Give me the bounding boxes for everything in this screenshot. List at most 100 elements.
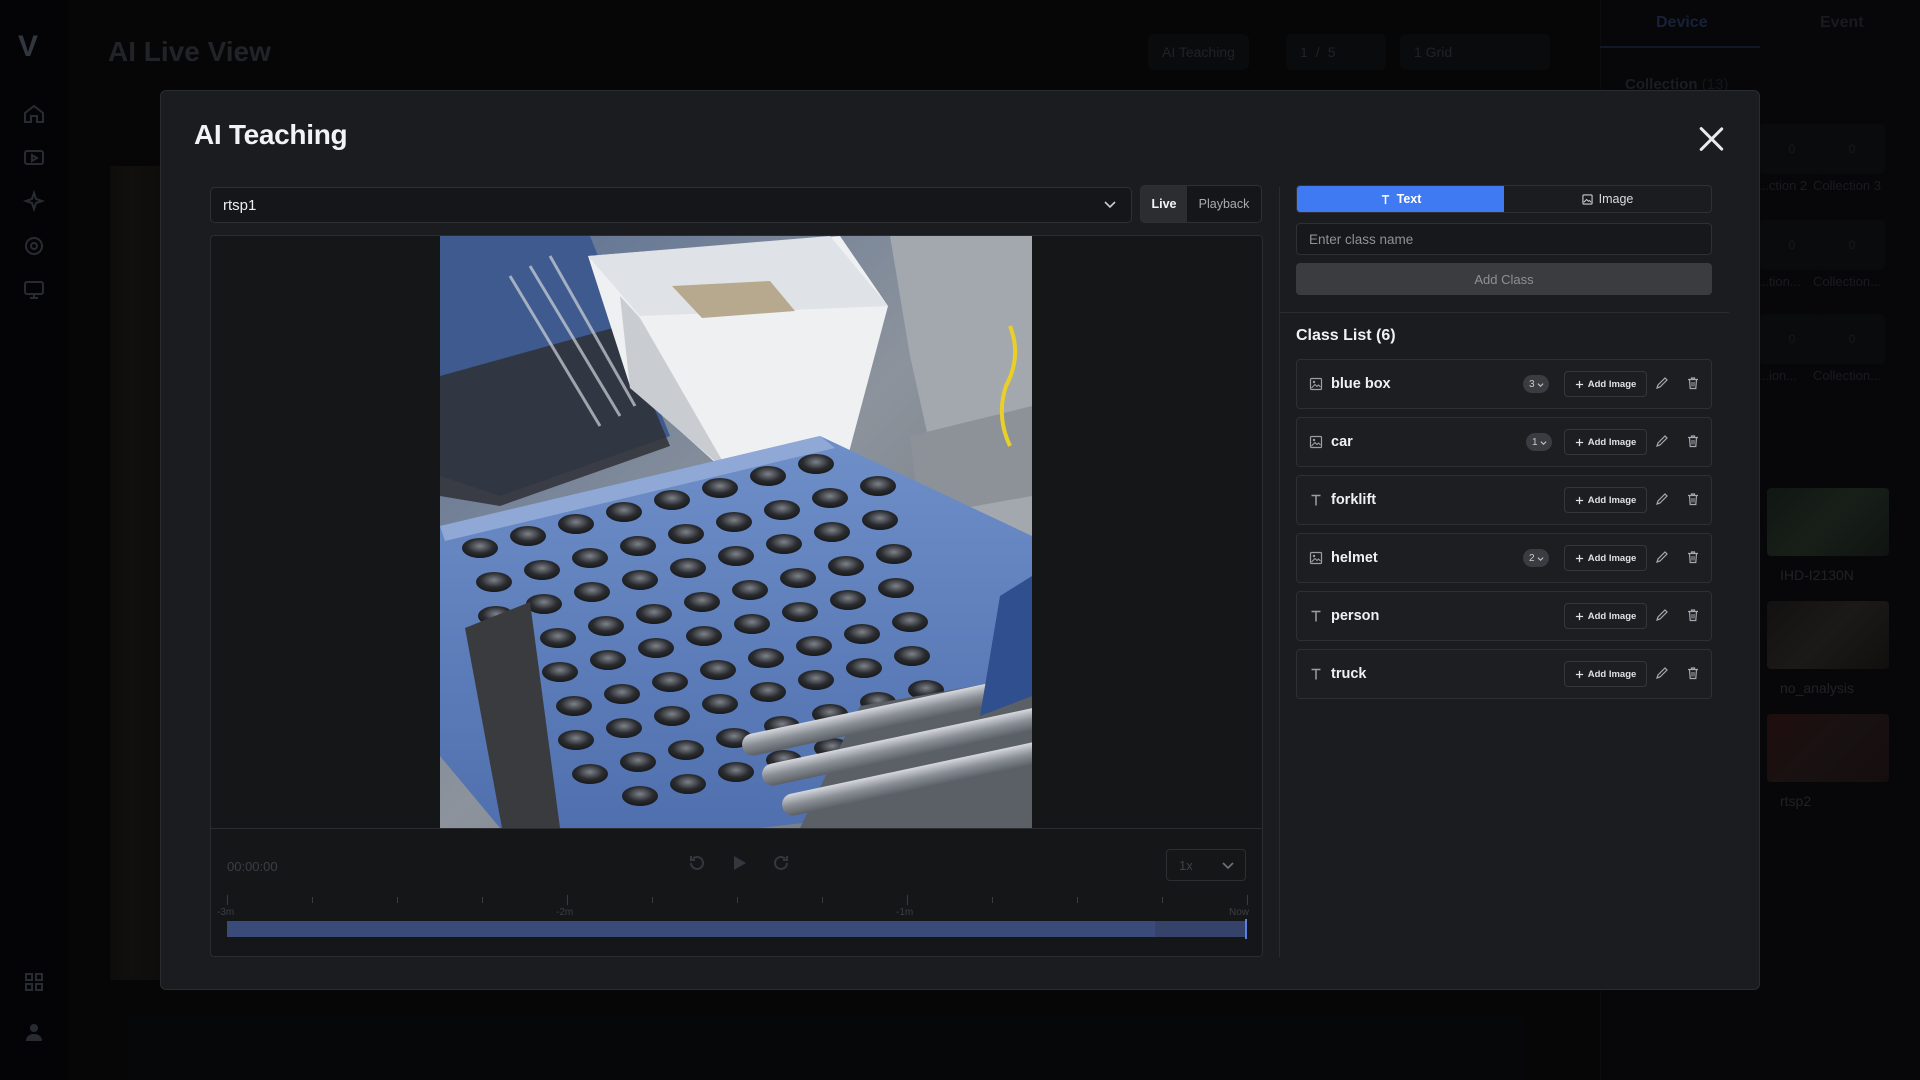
close-icon[interactable] (1697, 125, 1725, 153)
add-image-button[interactable]: Add Image (1564, 603, 1647, 629)
timeline-tick (1247, 895, 1248, 905)
tray-hole (526, 594, 562, 614)
delete-icon[interactable] (1686, 666, 1700, 680)
delete-icon[interactable] (1686, 608, 1700, 622)
edit-icon[interactable] (1655, 666, 1669, 680)
delete-icon[interactable] (1686, 550, 1700, 564)
tray-hole (636, 604, 672, 624)
source-select-value: rtsp1 (223, 196, 257, 214)
tray-hole (620, 536, 656, 556)
tray-hole (892, 612, 928, 632)
video-player: 00:00:00 1x -3m -2m -1m Now (210, 235, 1263, 957)
add-image-button[interactable]: Add Image (1564, 371, 1647, 397)
class-row[interactable]: helmet 2 Add Image (1296, 533, 1712, 583)
edit-icon[interactable] (1655, 492, 1669, 506)
ai-teaching-modal: AI Teaching rtsp1 Live Playback 00:00:00… (160, 90, 1760, 990)
live-mode-button[interactable]: Live (1141, 186, 1187, 222)
text-icon (1381, 194, 1389, 204)
plus-icon (1575, 496, 1584, 505)
tray-hole (572, 548, 608, 568)
add-image-button[interactable]: Add Image (1564, 545, 1647, 571)
add-image-label: Add Image (1587, 668, 1637, 680)
timeline-track[interactable] (227, 919, 1247, 939)
tray-hole (606, 502, 642, 522)
edit-icon[interactable] (1655, 550, 1669, 564)
add-image-button[interactable]: Add Image (1564, 661, 1647, 687)
add-image-label: Add Image (1587, 436, 1637, 448)
class-name: car (1331, 434, 1353, 450)
image-icon (1309, 435, 1323, 449)
class-name: forklift (1331, 492, 1377, 508)
image-count-dropdown[interactable]: 2 (1523, 549, 1549, 567)
plus-icon (1575, 438, 1584, 447)
class-name-input[interactable] (1296, 223, 1712, 255)
tray-hole (540, 628, 576, 648)
tray-hole (702, 694, 738, 714)
class-name: truck (1331, 666, 1367, 682)
edit-icon[interactable] (1655, 434, 1669, 448)
text-icon (1309, 609, 1323, 623)
mode-toggle: Live Playback (1140, 185, 1262, 223)
add-image-label: Add Image (1587, 494, 1637, 506)
delete-icon[interactable] (1686, 376, 1700, 390)
speed-select[interactable]: 1x (1166, 849, 1246, 881)
tray-hole (462, 538, 498, 558)
timeline-playhead[interactable] (1245, 919, 1247, 939)
conveyor-scene-image (440, 236, 1032, 828)
playback-mode-button[interactable]: Playback (1187, 186, 1261, 222)
tab-image[interactable]: Image (1504, 186, 1711, 212)
tray-hole (670, 774, 706, 794)
tray-hole (510, 526, 546, 546)
image-count-dropdown[interactable]: 3 (1523, 375, 1549, 393)
edit-icon[interactable] (1655, 608, 1669, 622)
timeline-label: Now (1229, 907, 1250, 918)
rewind-icon[interactable] (687, 853, 707, 873)
tray-hole (622, 786, 658, 806)
class-row[interactable]: forklift Add Image (1296, 475, 1712, 525)
panel-divider (1279, 187, 1280, 957)
timeline-tick (1162, 897, 1163, 903)
tray-hole (638, 638, 674, 658)
tray-hole (844, 624, 880, 644)
tray-hole (558, 730, 594, 750)
tray-hole (764, 500, 800, 520)
class-name: person (1331, 608, 1380, 624)
tray-hole (702, 478, 738, 498)
timeline-tick (567, 895, 568, 905)
tray-hole (830, 590, 866, 610)
tray-hole (750, 466, 786, 486)
class-row[interactable]: truck Add Image (1296, 649, 1712, 699)
forward-icon[interactable] (771, 853, 791, 873)
plus-icon (1575, 612, 1584, 621)
plus-icon (1575, 554, 1584, 563)
play-icon[interactable] (729, 853, 749, 873)
edit-icon[interactable] (1655, 376, 1669, 390)
tray-hole (542, 662, 578, 682)
timeline-tick (822, 897, 823, 903)
delete-icon[interactable] (1686, 492, 1700, 506)
add-image-button[interactable]: Add Image (1564, 487, 1647, 513)
class-row[interactable]: blue box 3 Add Image (1296, 359, 1712, 409)
class-row[interactable]: car 1 Add Image (1296, 417, 1712, 467)
timeline-bar: 00:00:00 1x -3m -2m -1m Now (211, 828, 1262, 956)
image-count: 1 (1532, 436, 1538, 448)
tray-hole (766, 534, 802, 554)
plus-icon (1575, 670, 1584, 679)
source-select[interactable]: rtsp1 (210, 187, 1132, 223)
tray-hole (670, 558, 706, 578)
video-frame[interactable] (440, 236, 1032, 828)
tray-hole (734, 614, 770, 634)
tray-hole (476, 572, 512, 592)
class-name: helmet (1331, 550, 1378, 566)
tray-hole (750, 682, 786, 702)
timeline-tick (397, 897, 398, 903)
image-count-dropdown[interactable]: 1 (1526, 433, 1552, 451)
timeline-tick (227, 895, 228, 905)
add-class-button[interactable]: Add Class (1296, 263, 1712, 295)
class-row[interactable]: person Add Image (1296, 591, 1712, 641)
delete-icon[interactable] (1686, 434, 1700, 448)
tab-text[interactable]: Text (1297, 186, 1504, 212)
add-image-button[interactable]: Add Image (1564, 429, 1647, 455)
tray-hole (606, 718, 642, 738)
class-name: blue box (1331, 376, 1391, 392)
